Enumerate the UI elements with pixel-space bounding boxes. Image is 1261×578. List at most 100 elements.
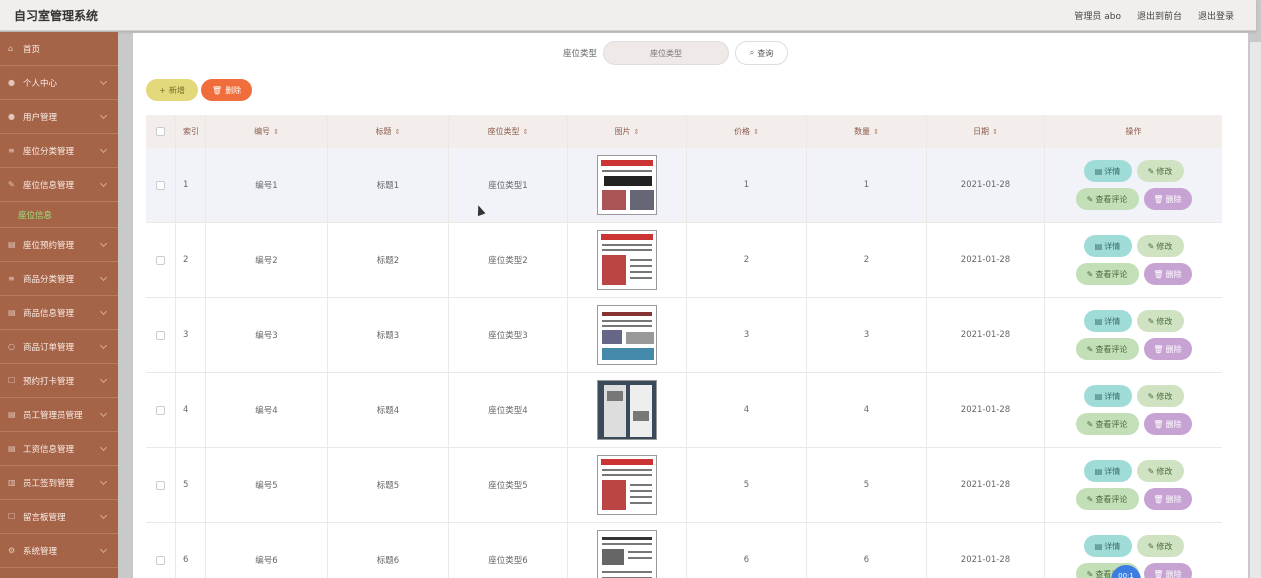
logout-link[interactable]: 退出登录 xyxy=(1198,9,1234,22)
detail-button[interactable]: ▤ 详情 xyxy=(1083,460,1132,482)
edit-button[interactable]: ✎ 修改 xyxy=(1136,160,1184,182)
edit-button[interactable]: ✎ 修改 xyxy=(1136,235,1184,257)
select-all-checkbox[interactable] xyxy=(156,127,165,136)
sidebar-item-seat-info[interactable]: ✎ 座位信息管理 xyxy=(0,168,118,202)
review-button[interactable]: ✎查看评论 xyxy=(1075,413,1139,435)
table-row[interactable]: 4 编号4 标题4 座位类型4 4 4 2021-01-28 ▤ 详情 ✎ 修改 ✎ 查… xyxy=(146,373,1222,448)
calendar-icon: ▤ xyxy=(8,240,16,249)
row-select-cell xyxy=(146,523,176,578)
col-image-label: 图片 xyxy=(614,127,631,136)
sidebar-item-system[interactable]: ⚙ 系统管理 xyxy=(0,534,118,568)
sidebar-item-label: 座位预约管理 xyxy=(23,240,75,251)
table-row[interactable]: 1 编号1 标题1 座位类型1 1 1 2021-01-28 ▤ 详情 ✎ 修改 ✎ 查… xyxy=(146,148,1222,223)
sidebar-item-goods-category[interactable]: ≡ 商品分类管理 xyxy=(0,262,118,296)
cell-code: 编号4 xyxy=(206,373,328,447)
col-image[interactable]: 图片 ⇕ xyxy=(568,115,687,148)
row-checkbox[interactable] xyxy=(156,180,165,190)
sidebar-item-label: 系统管理 xyxy=(23,546,58,557)
detail-button[interactable]: ▤ 详情 xyxy=(1083,385,1132,407)
row-checkbox[interactable] xyxy=(156,405,165,415)
detail-button[interactable]: ▤ 详情 xyxy=(1083,535,1132,557)
newspaper-thumbnail[interactable] xyxy=(597,230,657,290)
doc-icon: ▤ xyxy=(8,308,16,317)
cell-code: 编号3 xyxy=(206,298,328,372)
add-button[interactable]: + 新增 xyxy=(146,79,198,101)
sidebar-item-messages[interactable]: ☐ 留言板管理 xyxy=(0,500,118,534)
sidebar-item-seat-booking[interactable]: ▤ 座位预约管理 xyxy=(0,228,118,262)
sidebar-item-goods-order[interactable]: ○ 商品订单管理 xyxy=(0,330,118,364)
row-checkbox[interactable] xyxy=(156,330,165,340)
chevron-down-icon xyxy=(99,477,108,486)
edit-button[interactable]: ✎ 修改 xyxy=(1136,310,1184,332)
newspaper-thumbnail[interactable] xyxy=(597,455,657,515)
sidebar-item-checkin[interactable]: ☐ 预约打卡管理 xyxy=(0,364,118,398)
review-button[interactable]: ✎查看评论 xyxy=(1075,188,1139,210)
detail-button[interactable]: ▤ 详情 xyxy=(1083,160,1132,182)
row-delete-button[interactable]: 🗑 删除 xyxy=(1143,338,1192,360)
batch-delete-button[interactable]: 🗑 删除 xyxy=(201,79,252,101)
chevron-down-icon xyxy=(99,341,108,350)
review-button[interactable]: ✎查看评论 xyxy=(1075,338,1139,360)
detail-label: 详情 xyxy=(1104,466,1121,476)
row-delete-button[interactable]: 🗑 删除 xyxy=(1143,188,1192,210)
cell-code: 编号5 xyxy=(206,448,328,522)
col-code[interactable]: 编号 ⇕ xyxy=(206,115,328,148)
cell-price: 5 xyxy=(687,448,807,522)
table-row[interactable]: 2 编号2 标题2 座位类型2 2 2 2021-01-28 ▤ 详情 ✎ 修改 ✎ 查… xyxy=(146,223,1222,298)
cell-image xyxy=(568,523,687,578)
chart-icon: ▥ xyxy=(8,478,16,487)
sidebar-item-users[interactable]: ● 用户管理 xyxy=(0,100,118,134)
edit-button[interactable]: ✎ 修改 xyxy=(1136,460,1184,482)
sidebar-item-seat-category[interactable]: ≡ 座位分类管理 xyxy=(0,134,118,168)
row-delete-button[interactable]: 🗑 删除 xyxy=(1143,488,1192,510)
sidebar-item-staff-signin[interactable]: ▥ 员工签到管理 xyxy=(0,466,118,500)
col-qty-label: 数量 xyxy=(854,127,871,136)
review-label: 查看评论 xyxy=(1095,269,1128,279)
cell-ops: ▤详情✎修改 ✎查看评论🗑删除 xyxy=(1045,148,1222,222)
col-date[interactable]: 日期 ⇕ xyxy=(927,115,1045,148)
review-button[interactable]: ✎查看评论 xyxy=(1075,263,1139,285)
trash-icon: 🗑 xyxy=(211,85,223,95)
chevron-down-icon xyxy=(99,409,108,418)
newspaper-thumbnail[interactable] xyxy=(597,530,657,578)
to-front-link[interactable]: 退出到前台 xyxy=(1137,9,1182,22)
col-type[interactable]: 座位类型 ⇕ xyxy=(449,115,568,148)
scrollbar[interactable] xyxy=(1250,42,1261,578)
review-button[interactable]: ✎查看评论 xyxy=(1075,488,1139,510)
edit-button[interactable]: ✎ 修改 xyxy=(1136,385,1184,407)
detail-button[interactable]: ▤ 详情 xyxy=(1083,310,1132,332)
cell-date: 2021-01-28 xyxy=(927,298,1045,372)
col-qty[interactable]: 数量 ⇕ xyxy=(807,115,927,148)
row-checkbox[interactable] xyxy=(156,555,165,565)
table-row[interactable]: 3 编号3 标题3 座位类型3 3 3 2021-01-28 ▤ 详情 ✎ 修改 ✎ 查… xyxy=(146,298,1222,373)
row-checkbox[interactable] xyxy=(156,480,165,490)
row-delete-button[interactable]: 🗑 删除 xyxy=(1143,413,1192,435)
sidebar-item-home[interactable]: ⌂ 首页 xyxy=(0,32,118,66)
row-delete-button[interactable]: 🗑 删除 xyxy=(1143,563,1192,578)
newspaper-thumbnail[interactable] xyxy=(597,155,657,215)
cell-title: 标题4 xyxy=(328,373,449,447)
table-row[interactable]: 5 编号5 标题5 座位类型5 5 5 2021-01-28 ▤ 详情 ✎ 修改 ✎ 查… xyxy=(146,448,1222,523)
newspaper-thumbnail[interactable] xyxy=(597,305,657,365)
col-date-label: 日期 xyxy=(973,127,990,136)
row-delete-button[interactable]: 🗑 删除 xyxy=(1143,263,1192,285)
col-ops: 操作 xyxy=(1125,127,1142,136)
plus-icon: + xyxy=(159,85,166,95)
cell-title: 标题2 xyxy=(328,223,449,297)
query-button[interactable]: ⌕ 查询 xyxy=(735,41,789,65)
sidebar-item-staff-admin[interactable]: ▤ 员工管理员管理 xyxy=(0,398,118,432)
detail-button[interactable]: ▤ 详情 xyxy=(1083,235,1132,257)
sidebar-item-profile[interactable]: ● 个人中心 xyxy=(0,66,118,100)
col-price[interactable]: 价格 ⇕ xyxy=(687,115,807,148)
pencil-icon: ✎ xyxy=(1086,494,1094,504)
col-title[interactable]: 标题 ⇕ xyxy=(328,115,449,148)
seat-type-input[interactable] xyxy=(603,41,730,65)
sidebar-subitem-seat-info[interactable]: 座位信息 xyxy=(0,202,118,228)
newspaper-thumbnail[interactable] xyxy=(597,380,657,440)
sidebar-item-salary[interactable]: ▤ 工资信息管理 xyxy=(0,432,118,466)
edit-button[interactable]: ✎ 修改 xyxy=(1136,535,1184,557)
sidebar-item-goods-info[interactable]: ▤ 商品信息管理 xyxy=(0,296,118,330)
table-row[interactable]: 6 编号6 标题6 座位类型6 6 6 2021-01-28 ▤详情✎修改 ✎查… xyxy=(146,523,1222,578)
row-checkbox[interactable] xyxy=(156,255,165,265)
cell-type: 座位类型5 xyxy=(449,448,568,522)
